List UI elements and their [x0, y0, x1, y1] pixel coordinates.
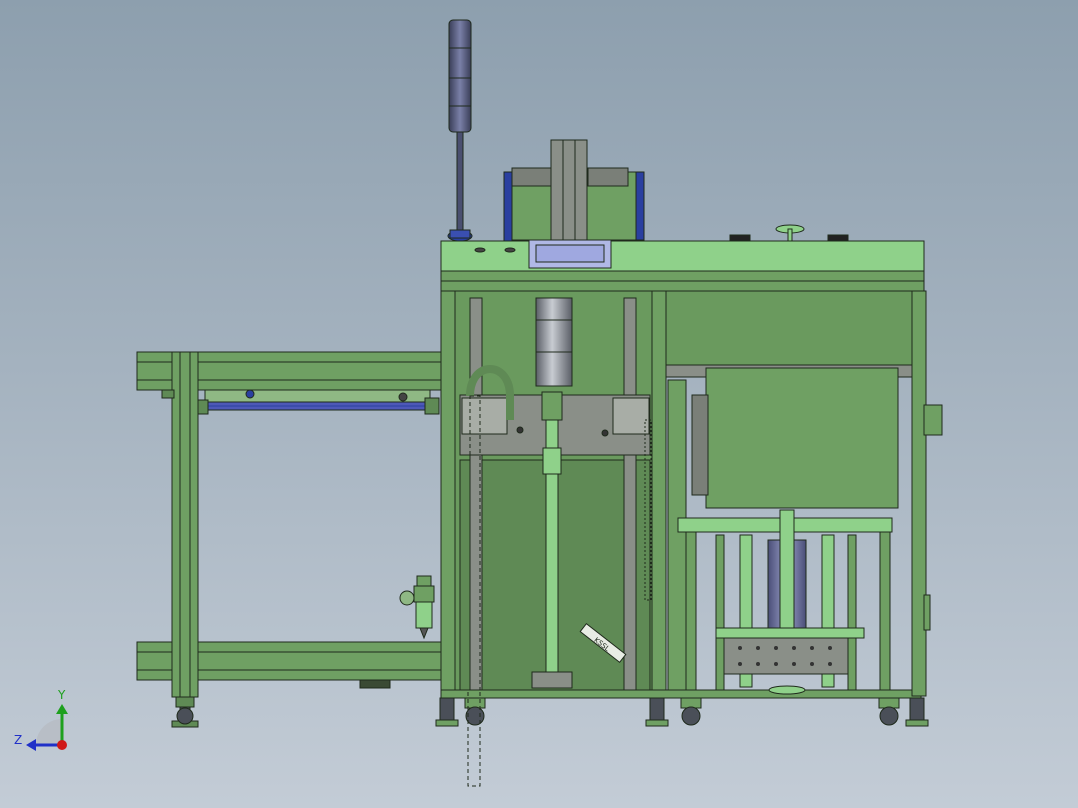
- signal-tower: [447, 19, 473, 242]
- y-axis-label: Y: [58, 688, 66, 702]
- control-box: [705, 367, 899, 509]
- cad-viewport[interactable]: KSSL Y Z: [0, 0, 1078, 808]
- air-filter-regulator: [399, 575, 435, 640]
- left-conveyor-frame: [136, 351, 444, 728]
- casters: [176, 689, 929, 787]
- origin-point: [57, 740, 67, 750]
- press-station: [677, 509, 893, 695]
- z-axis-label: Z: [14, 733, 23, 747]
- y-arrowhead: [56, 704, 68, 714]
- z-arrowhead: [26, 739, 36, 751]
- machine-assembly-drawing: KSSL: [26, 19, 943, 787]
- perforated-die-plate: [723, 637, 849, 675]
- orientation-triad[interactable]: [26, 704, 68, 751]
